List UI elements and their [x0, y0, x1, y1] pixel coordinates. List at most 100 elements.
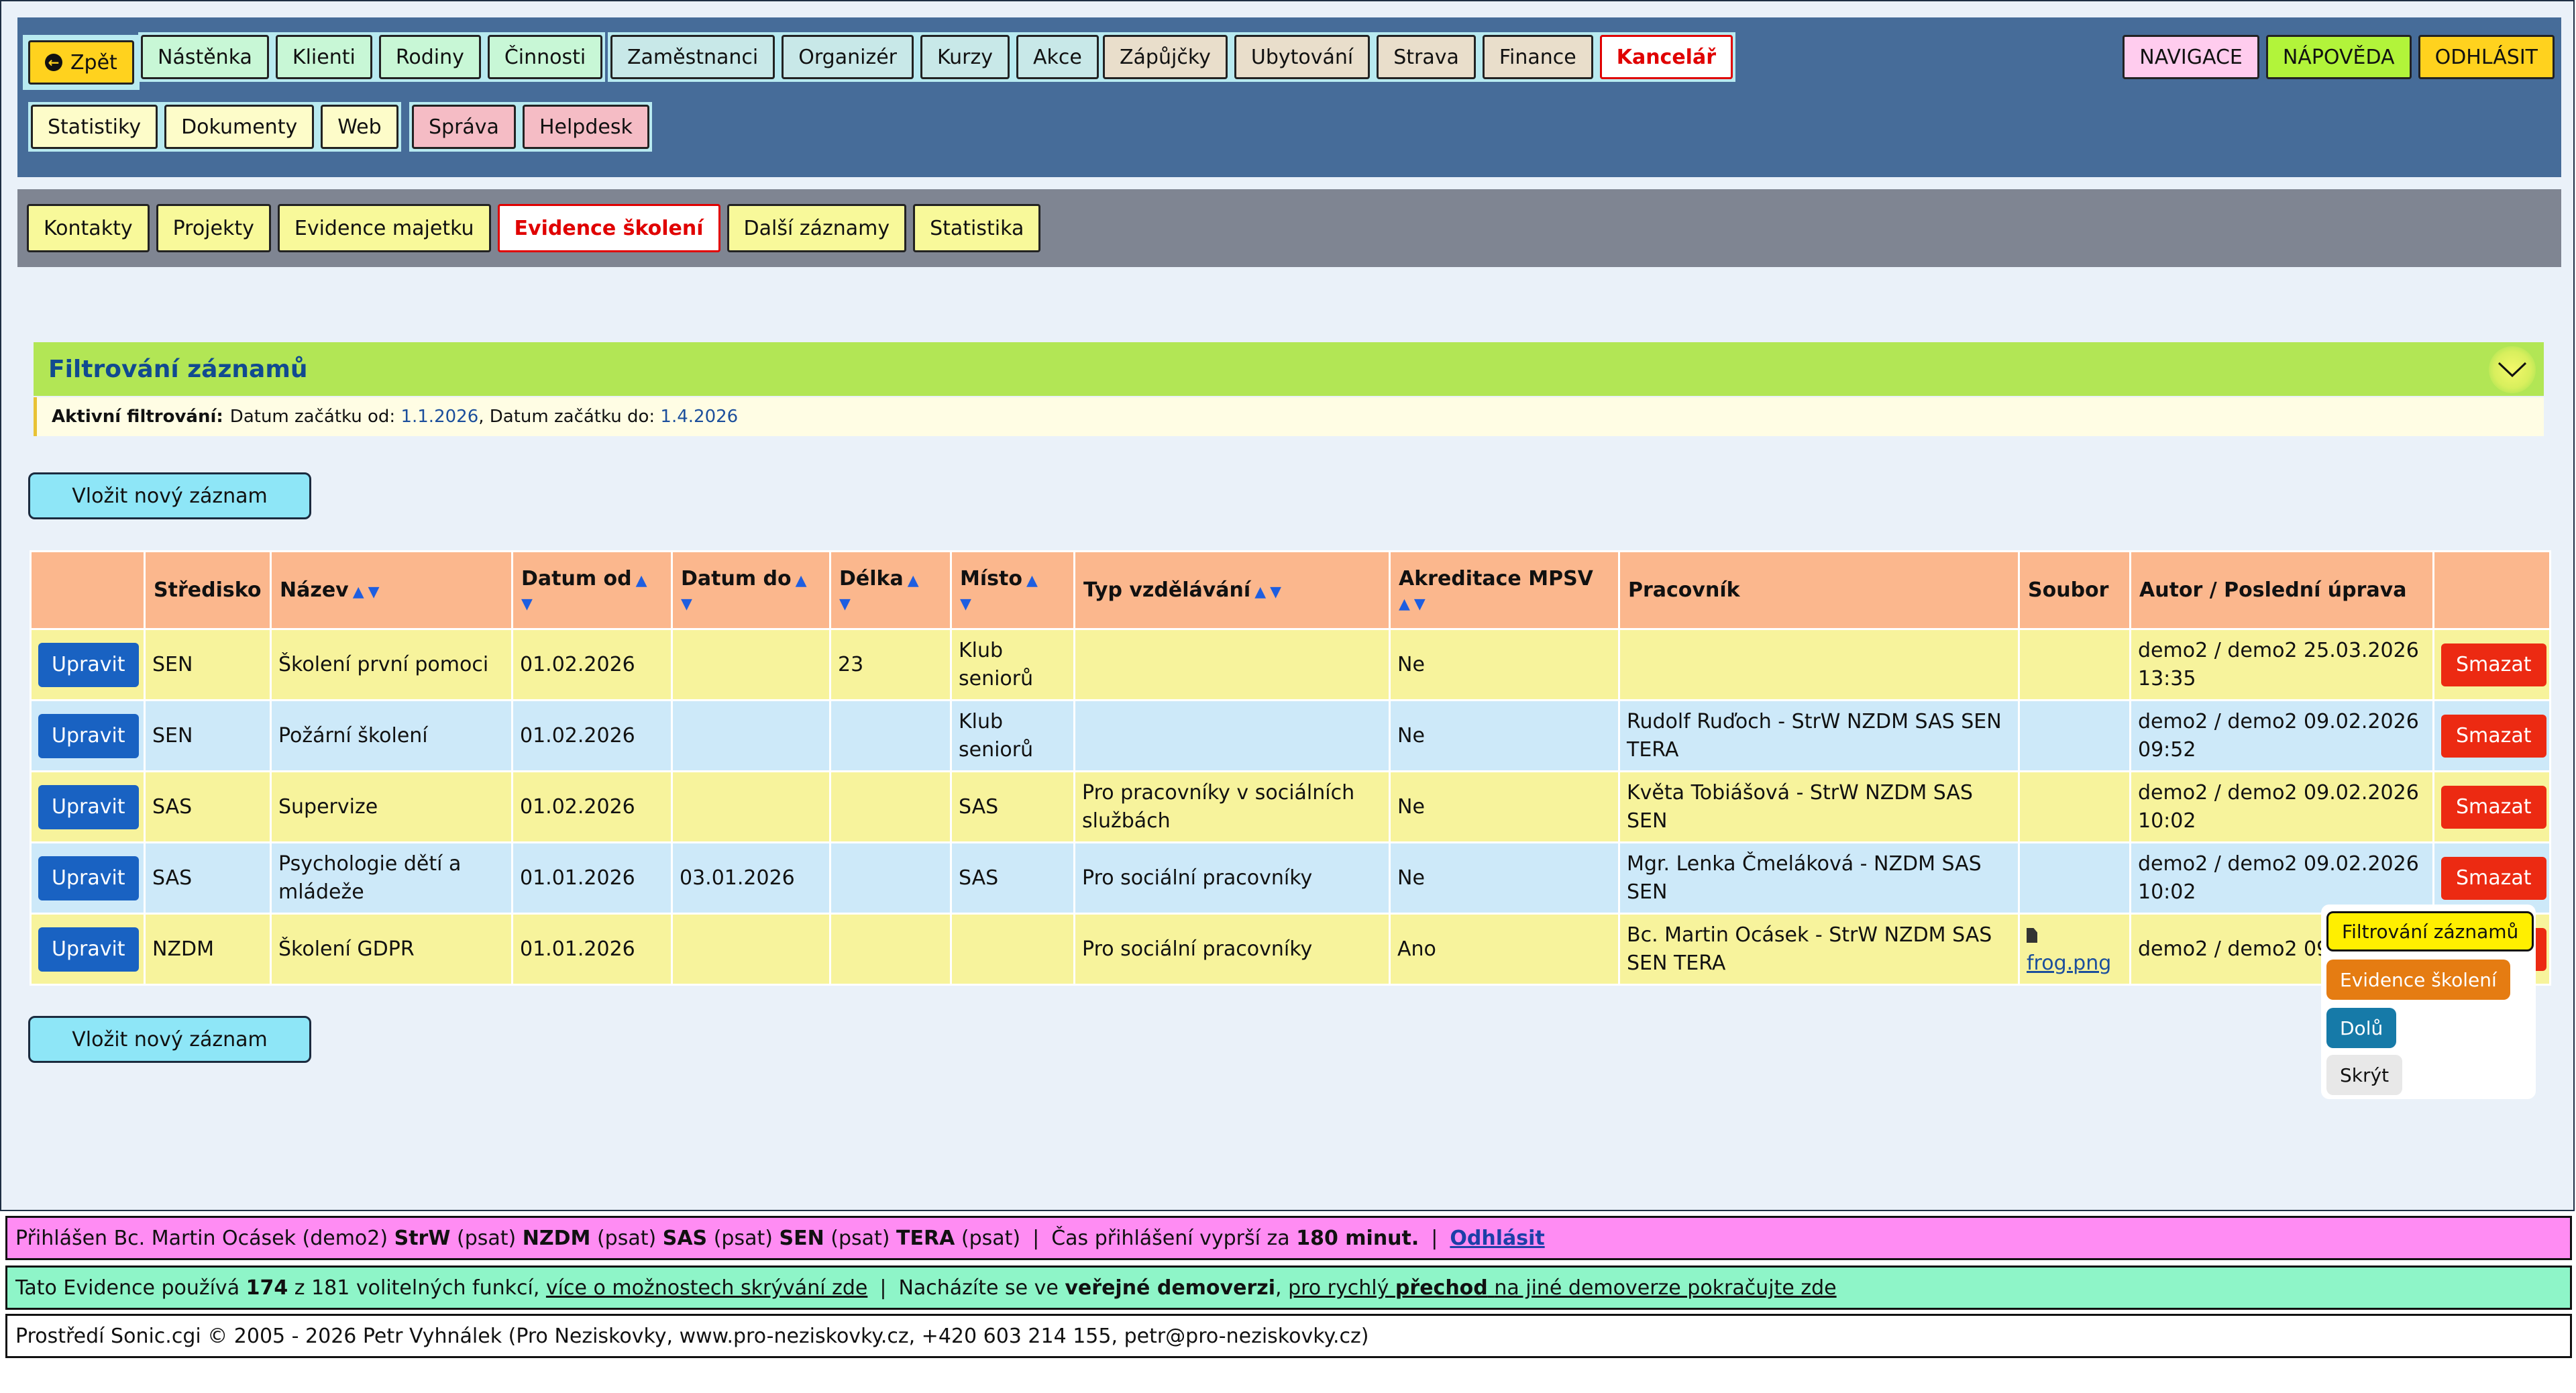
nav-item-cinnosti[interactable]: Činnosti	[487, 35, 603, 79]
nav-item-zamestnanci[interactable]: Zaměstnanci	[610, 35, 775, 79]
cell-typ: Pro sociální pracovníky	[1073, 913, 1391, 986]
filter-panel-header[interactable]: Filtrování záznamů	[34, 342, 2544, 396]
header-misto: Místo ▲ ▼	[950, 550, 1075, 630]
edit-button[interactable]: Upravit	[38, 642, 139, 687]
nav-item-sprava[interactable]: Správa	[412, 105, 516, 149]
sort-desc-icon[interactable]: ▼	[839, 596, 851, 613]
cell-datum-od: 01.02.2026	[511, 628, 673, 701]
nav-item-kancelar[interactable]: Kancelář	[1599, 35, 1733, 79]
cell-akreditace: Ne	[1389, 770, 1620, 843]
edit-button[interactable]: Upravit	[38, 713, 139, 758]
used-features-count: 174	[246, 1276, 288, 1300]
cell-misto: Klub seniorů	[950, 628, 1075, 701]
subnav-evidence-skoleni[interactable]: Evidence školení	[497, 204, 720, 252]
new-record-button-top[interactable]: Vložit nový záznam	[28, 472, 311, 519]
cell-akreditace: Ano	[1389, 913, 1620, 986]
nav-item-kurzy[interactable]: Kurzy	[920, 35, 1010, 79]
nav-item-nastenka[interactable]: Nástěnka	[141, 35, 269, 79]
sort-asc-icon[interactable]: ▲	[1254, 584, 1266, 601]
hiding-options-link[interactable]: více o možnostech skrývání zde	[546, 1276, 867, 1300]
edit-button[interactable]: Upravit	[38, 784, 139, 829]
cell-datum-od: 01.01.2026	[511, 913, 673, 986]
subnav-dalsi-zaznamy[interactable]: Další záznamy	[727, 204, 907, 252]
quick-down-button[interactable]: Dolů	[2326, 1008, 2397, 1048]
env-link[interactable]: Sonic.cgi	[111, 1325, 201, 1348]
cell-typ	[1073, 628, 1391, 701]
switch-demo-link[interactable]: pro rychlý přechod na jiné demoverze pok…	[1288, 1276, 1837, 1300]
nav-item-akce[interactable]: Akce	[1016, 35, 1099, 79]
nav-item-finance[interactable]: Finance	[1482, 35, 1593, 79]
cell-nazev: Požární školení	[270, 699, 513, 772]
sort-desc-icon[interactable]: ▼	[681, 596, 692, 613]
file-link[interactable]: frog.png	[2027, 951, 2111, 975]
nav-group-5: Správa Helpdesk	[409, 102, 652, 152]
footer-logout-link[interactable]: Odhlásit	[1450, 1227, 1544, 1250]
nav-group-2: Zaměstnanci Organizér Kurzy Akce	[608, 32, 1102, 82]
cell-autor: demo2 / demo2 09.02.2026 10:02	[2129, 841, 2434, 915]
quick-hide-button[interactable]: Skrýt	[2326, 1055, 2403, 1095]
cell-edit: Upravit	[30, 913, 146, 986]
cell-stredisko: NZDM	[144, 913, 272, 986]
unit-permission: (psat)	[830, 1226, 890, 1250]
nav-item-strava[interactable]: Strava	[1377, 35, 1476, 79]
nav-item-ubytovani[interactable]: Ubytování	[1234, 35, 1371, 79]
cell-delete: Smazat	[2432, 841, 2551, 915]
nav-item-helpdesk[interactable]: Helpdesk	[522, 105, 649, 149]
sort-desc-icon[interactable]: ▼	[1414, 596, 1426, 613]
nav-item-statistiky[interactable]: Statistiky	[31, 105, 158, 149]
cell-misto: SAS	[950, 770, 1075, 843]
nav-item-rodiny[interactable]: Rodiny	[378, 35, 481, 79]
edit-button[interactable]: Upravit	[38, 856, 139, 900]
edit-button[interactable]: Upravit	[38, 927, 139, 972]
cell-soubor: frog.png	[2018, 913, 2131, 986]
sort-desc-icon[interactable]: ▼	[960, 596, 971, 613]
top-navigation: ← Zpět Nástěnka Klienti Rodiny Činnosti Zam…	[17, 17, 2561, 177]
subnav-evidence-majetku[interactable]: Evidence majetku	[277, 204, 491, 252]
website-link[interactable]: www.pro-neziskovky.cz	[680, 1325, 909, 1348]
active-filter-summary: Aktivní filtrování: Datum začátku od: 1.…	[34, 397, 2544, 436]
subnav-statistika[interactable]: Statistika	[913, 204, 1041, 252]
sort-desc-icon[interactable]: ▼	[521, 596, 533, 613]
nav-item-organizer[interactable]: Organizér	[782, 35, 914, 79]
cell-pracovnik: Rudolf Ruďoch - StrW NZDM SAS SEN TERA	[1618, 699, 2020, 772]
delete-button[interactable]: Smazat	[2441, 643, 2546, 686]
subnav-kontakty[interactable]: Kontakty	[27, 204, 150, 252]
quick-filter-button[interactable]: Filtrování záznamů	[2326, 911, 2534, 951]
nav-item-web[interactable]: Web	[321, 105, 398, 149]
cell-edit: Upravit	[30, 699, 146, 772]
subnav-projekty[interactable]: Projekty	[156, 204, 271, 252]
sort-asc-icon[interactable]: ▲	[796, 572, 807, 589]
sort-asc-icon[interactable]: ▲	[1026, 572, 1038, 589]
help-button[interactable]: NÁPOVĚDA	[2265, 35, 2412, 79]
sort-asc-icon[interactable]: ▲	[636, 572, 647, 589]
unit-name: StrW	[394, 1226, 451, 1250]
nav-item-dokumenty[interactable]: Dokumenty	[164, 105, 315, 149]
quick-evidence-button[interactable]: Evidence školení	[2326, 960, 2510, 1000]
nav-item-klienti[interactable]: Klienti	[275, 35, 372, 79]
filter-from-label: Datum začátku od:	[229, 407, 396, 427]
cell-stredisko: SEN	[144, 699, 272, 772]
cell-typ	[1073, 699, 1391, 772]
cell-delka	[829, 699, 952, 772]
navigation-button[interactable]: NAVIGACE	[2123, 35, 2259, 79]
unit-name: NZDM	[522, 1226, 591, 1250]
cell-stredisko: SAS	[144, 841, 272, 915]
cell-delete: Smazat	[2432, 770, 2551, 843]
sort-asc-icon[interactable]: ▲	[1399, 596, 1410, 613]
logout-button[interactable]: ODHLÁSIT	[2418, 35, 2555, 79]
back-button[interactable]: ← Zpět	[28, 40, 134, 85]
sort-desc-icon[interactable]: ▼	[1270, 584, 1281, 601]
nav-item-zapujcky[interactable]: Zápůjčky	[1103, 35, 1228, 79]
sort-asc-icon[interactable]: ▲	[908, 572, 919, 589]
delete-button[interactable]: Smazat	[2441, 714, 2546, 758]
sort-asc-icon[interactable]: ▲	[353, 584, 364, 601]
delete-button[interactable]: Smazat	[2441, 856, 2546, 900]
table-row: Upravit SAS Psychologie dětí a mládeže 01.0…	[30, 841, 2551, 915]
delete-button[interactable]: Smazat	[2441, 785, 2546, 829]
sort-desc-icon[interactable]: ▼	[368, 584, 380, 601]
new-record-button-bottom[interactable]: Vložit nový záznam	[28, 1016, 311, 1063]
email-link[interactable]: petr@pro-neziskovky.cz	[1124, 1325, 1361, 1348]
chevron-down-icon[interactable]	[2489, 346, 2536, 393]
header-stredisko: Středisko	[144, 550, 272, 630]
header-datum-od: Datum od ▲ ▼	[511, 550, 673, 630]
